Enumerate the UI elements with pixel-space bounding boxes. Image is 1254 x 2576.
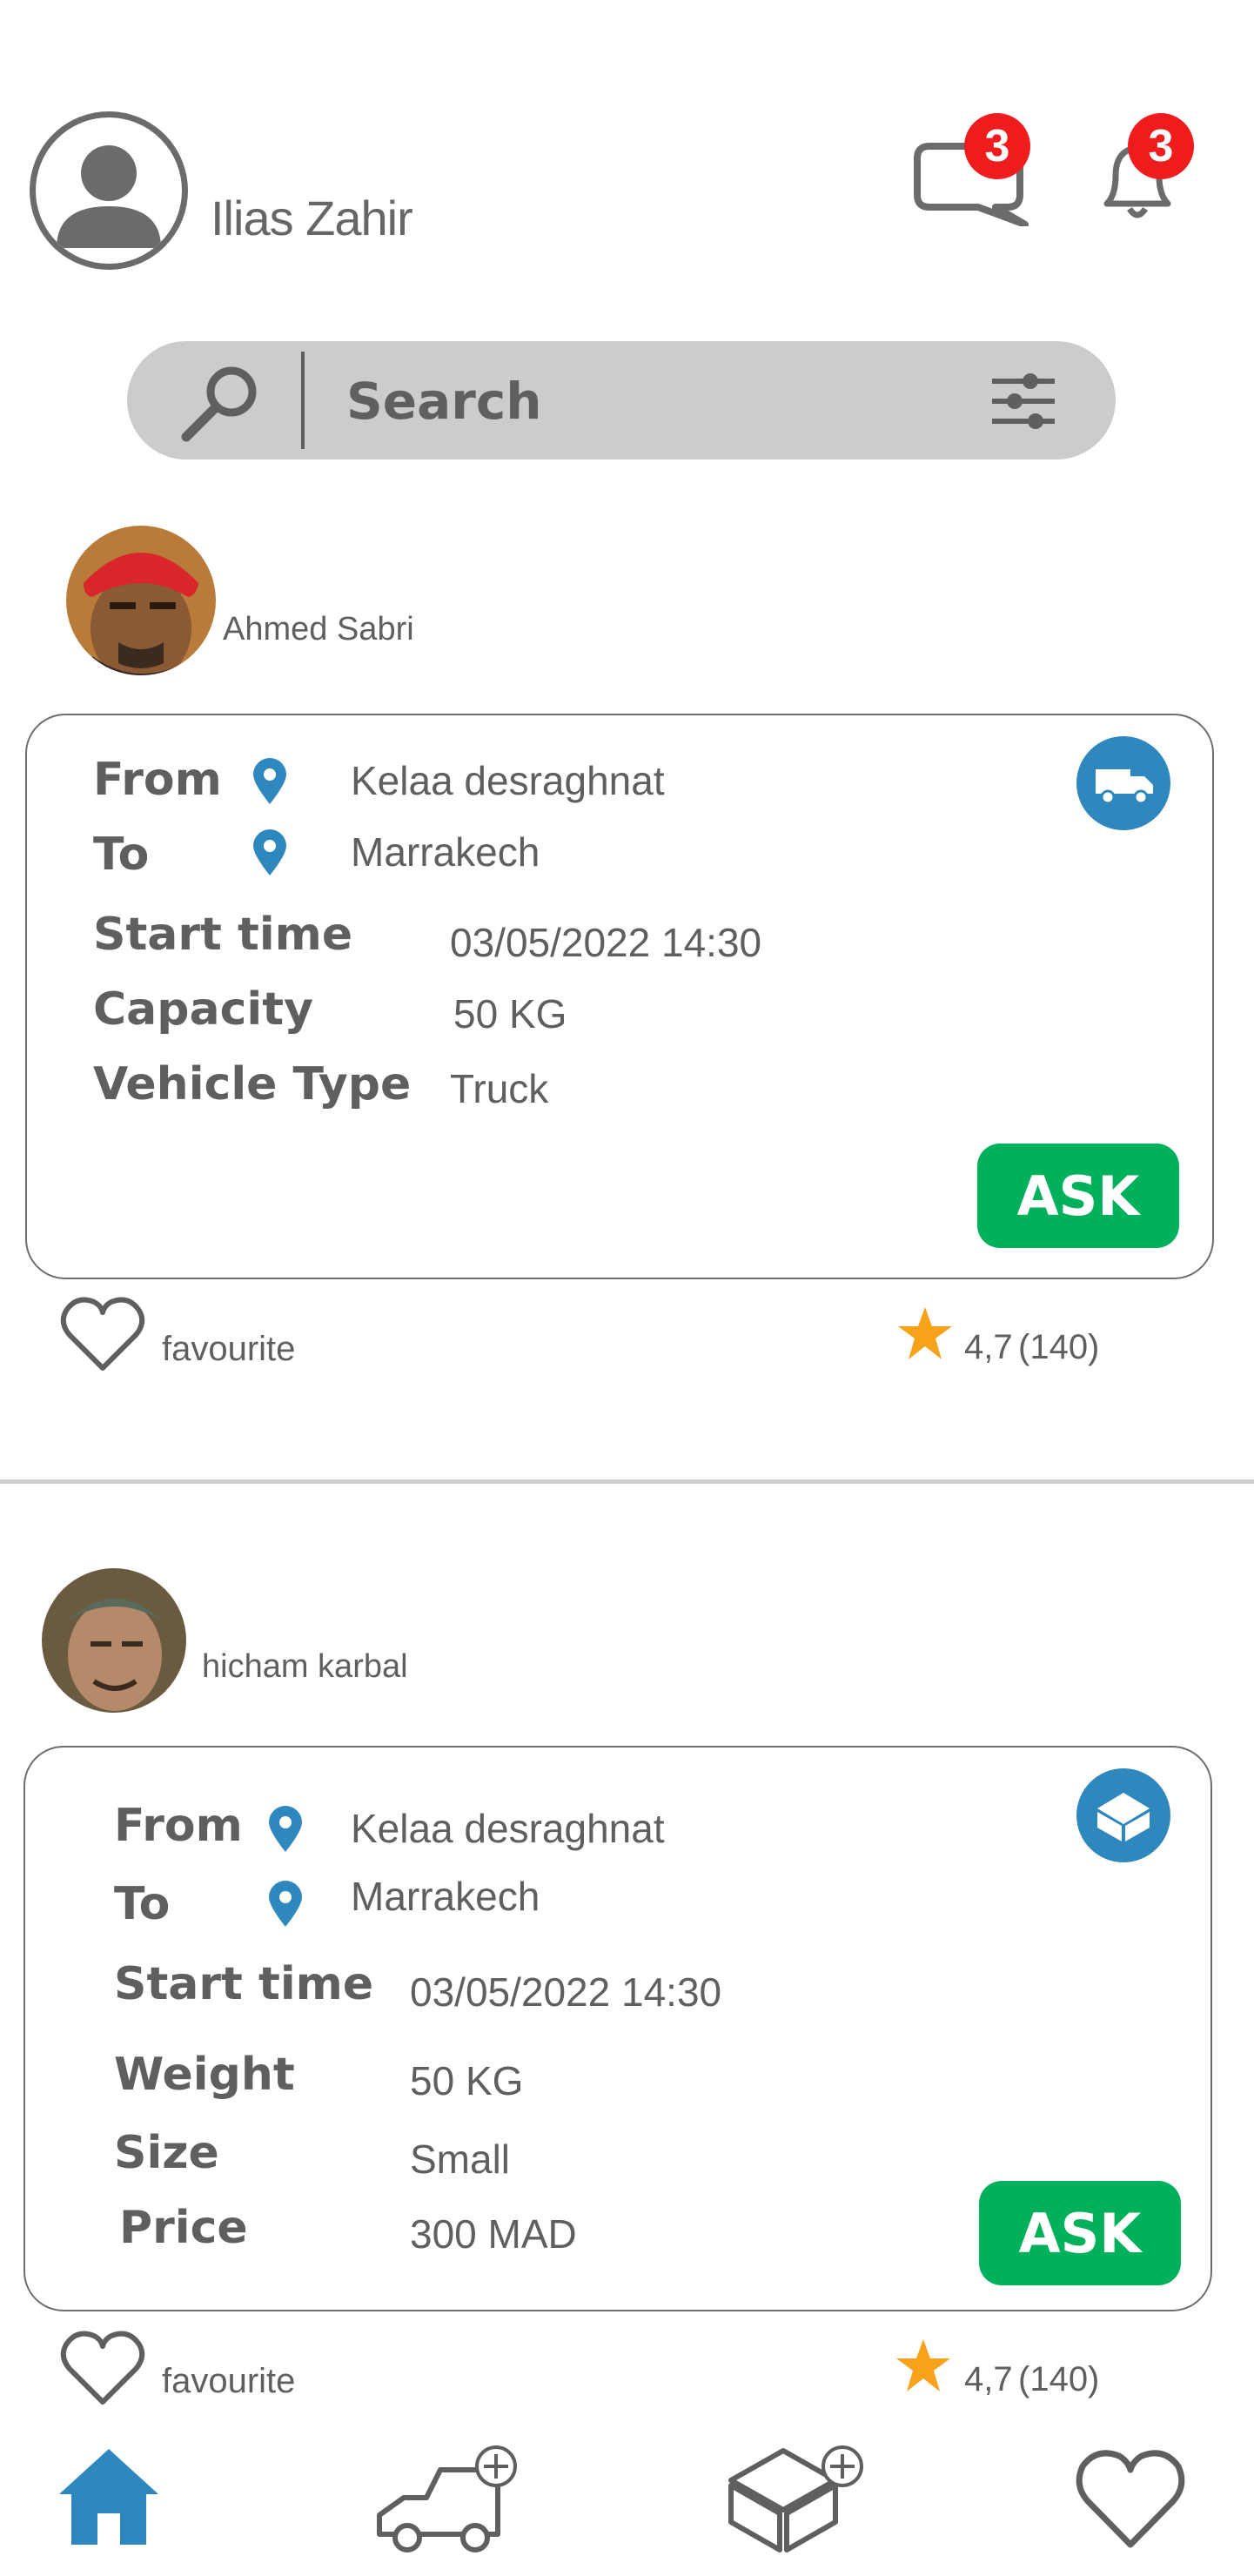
from-label: From — [93, 754, 222, 806]
nav-add-trip[interactable] — [369, 2444, 526, 2561]
favourite-label: favourite — [162, 1330, 296, 1368]
start-time-label: Start time — [114, 1958, 374, 2010]
to-value: Marrakech — [351, 1874, 540, 1919]
poster-name: hicham karbal — [202, 1648, 408, 1685]
section-divider — [0, 1479, 1254, 1484]
messages-badge: 3 — [964, 113, 1030, 179]
search-input[interactable] — [345, 360, 975, 442]
nav-home[interactable] — [54, 2444, 164, 2553]
from-label: From — [114, 1800, 243, 1852]
location-pin-icon — [265, 1880, 305, 1933]
price-label: Price — [119, 2202, 248, 2254]
vehicle-type-label: Vehicle Type — [93, 1058, 412, 1110]
add-trip-icon — [377, 2445, 517, 2553]
favourite-label: favourite — [162, 2362, 296, 2400]
filter-icon[interactable] — [989, 371, 1058, 436]
package-icon — [1076, 1768, 1170, 1862]
search-bar — [127, 341, 1116, 460]
size-label: Size — [114, 2127, 219, 2179]
rating-value: 4,7 — [964, 1328, 1013, 1366]
star-icon — [895, 2338, 952, 2399]
search-divider — [301, 352, 305, 449]
to-label: To — [93, 828, 150, 881]
poster-avatar[interactable] — [66, 526, 216, 675]
favourite-button[interactable] — [59, 2329, 146, 2413]
weight-value: 50 KG — [410, 2058, 524, 2103]
vehicle-type-value: Truck — [450, 1066, 549, 1111]
package-card: From Kelaa desraghnat To Marrakech Start… — [23, 1746, 1212, 2311]
location-pin-icon — [250, 757, 290, 810]
poster-avatar[interactable] — [42, 1568, 186, 1713]
rating-value: 4,7 — [964, 2360, 1013, 2398]
user-avatar[interactable] — [30, 111, 188, 270]
start-time-label: Start time — [93, 909, 353, 961]
capacity-label: Capacity — [93, 983, 313, 1036]
heart-icon — [60, 1297, 145, 1371]
ask-button[interactable]: ASK — [977, 1144, 1179, 1248]
to-value: Marrakech — [351, 829, 540, 875]
price-value: 300 MAD — [410, 2211, 577, 2257]
nav-favourites[interactable] — [1074, 2447, 1187, 2556]
truck-icon — [1076, 736, 1170, 830]
home-icon — [59, 2449, 158, 2545]
trip-card: From Kelaa desraghnat To Marrakech Start… — [25, 714, 1214, 1279]
ask-button[interactable]: ASK — [979, 2181, 1181, 2285]
poster-name: Ahmed Sabri — [223, 611, 414, 647]
search-icon[interactable] — [174, 359, 270, 450]
nav-add-package[interactable] — [722, 2433, 870, 2559]
review-count: (140) — [1018, 1328, 1100, 1366]
notifications-badge: 3 — [1128, 113, 1194, 179]
favourites-icon — [1076, 2450, 1185, 2548]
capacity-value: 50 KG — [453, 991, 567, 1036]
start-time-value: 03/05/2022 14:30 — [410, 1969, 722, 2015]
heart-icon — [60, 2331, 145, 2405]
user-icon — [57, 145, 161, 248]
add-package-icon — [728, 2445, 863, 2553]
start-time-value: 03/05/2022 14:30 — [450, 920, 762, 965]
favourite-button[interactable] — [59, 1295, 146, 1379]
user-name: Ilias Zahir — [211, 191, 413, 245]
to-label: To — [114, 1878, 171, 1930]
from-value: Kelaa desraghnat — [351, 1806, 665, 1851]
location-pin-icon — [265, 1805, 305, 1858]
location-pin-icon — [250, 828, 290, 882]
size-value: Small — [410, 2137, 511, 2182]
review-count: (140) — [1018, 2360, 1100, 2398]
from-value: Kelaa desraghnat — [351, 758, 665, 803]
star-icon — [896, 1305, 954, 1367]
weight-label: Weight — [114, 2049, 295, 2101]
